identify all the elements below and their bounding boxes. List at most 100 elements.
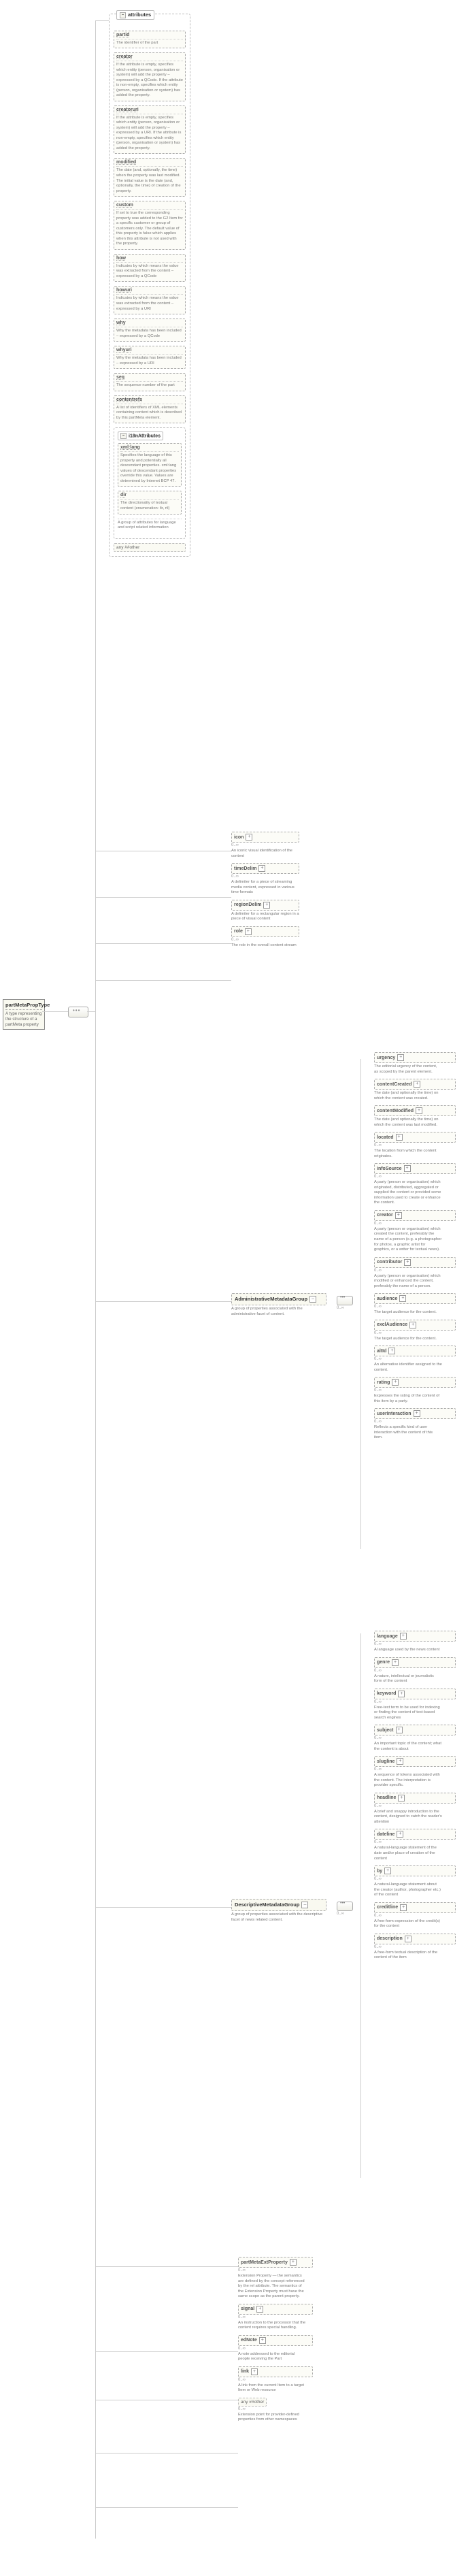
expand-icon[interactable]: + xyxy=(388,1348,395,1354)
expand-icon[interactable]: + xyxy=(256,2306,263,2313)
basic-props-column: icon+0..∞An iconic visual identification… xyxy=(231,828,299,952)
expand-icon[interactable]: – xyxy=(309,1296,316,1303)
element-desc: A party (person or organisation) which m… xyxy=(374,1274,442,1290)
element-item: timeDelim+0..∞A delimiter for a piece of… xyxy=(231,863,299,896)
expand-icon[interactable]: + xyxy=(251,2368,258,2375)
root-type-box: partMetaPropType A type representing the… xyxy=(3,999,45,1030)
expand-icon[interactable]: + xyxy=(246,834,252,841)
occurrence-label: 0..∞ xyxy=(374,1877,456,1881)
element-name: contributor xyxy=(377,1260,402,1265)
any-element-desc: Extension point for provider-defined pro… xyxy=(238,2413,313,2422)
attribute-name: creator xyxy=(116,54,183,59)
element-name: language xyxy=(377,1634,398,1639)
element-desc: The date (and optionally the time) on wh… xyxy=(374,1091,442,1101)
connector-line xyxy=(42,1011,68,1012)
expand-icon[interactable]: + xyxy=(392,1659,399,1666)
element-item: contentCreated+The date (and optionally … xyxy=(374,1079,456,1101)
collapse-icon[interactable]: – xyxy=(120,433,127,439)
occurrence-label: 0..∞ xyxy=(374,1269,456,1273)
element-item: creditline+0..∞A free-form expression of… xyxy=(374,1902,456,1929)
element-box: timeDelim+ xyxy=(231,863,299,874)
expand-icon[interactable]: + xyxy=(399,1295,406,1302)
attributes-title: attributes xyxy=(128,12,151,18)
element-desc: The target audience for the content. xyxy=(374,1337,442,1342)
element-box: subject+ xyxy=(374,1725,456,1735)
expand-icon[interactable]: + xyxy=(290,2259,297,2266)
attribute-desc: If the attribute is empty, specifies whi… xyxy=(116,61,183,99)
expand-icon[interactable]: + xyxy=(404,1259,411,1266)
expand-icon[interactable]: + xyxy=(416,1107,422,1114)
expand-icon[interactable]: + xyxy=(263,902,270,909)
expand-icon[interactable]: + xyxy=(245,928,252,935)
element-box: contentModified+ xyxy=(374,1105,456,1116)
element-item: signal+0..∞An instruction to the process… xyxy=(238,2304,313,2331)
connector-line xyxy=(95,1301,231,1302)
element-item: creator+0..∞A party (person or organisat… xyxy=(374,1210,456,1253)
element-box: creator+ xyxy=(374,1210,456,1221)
attribute-name: how xyxy=(116,256,183,261)
occurrence-label: 0..∞ xyxy=(374,1222,456,1226)
element-box: regionDelim+ xyxy=(231,900,299,911)
attribute-name: why xyxy=(116,321,183,325)
collapse-icon[interactable]: – xyxy=(120,12,126,18)
expand-icon[interactable]: + xyxy=(397,1054,404,1061)
expand-icon[interactable]: + xyxy=(397,1758,403,1765)
expand-icon[interactable]: + xyxy=(414,1410,420,1417)
attribute-desc: If set to true the corresponding propert… xyxy=(116,209,183,247)
expand-icon[interactable]: + xyxy=(400,1904,407,1911)
element-item: located+0..∞The location from which the … xyxy=(374,1132,456,1159)
expand-icon[interactable]: + xyxy=(258,865,265,872)
element-item: slugline+0..∞A sequence of tokens associ… xyxy=(374,1756,456,1789)
element-box: exclAudience+ xyxy=(374,1320,456,1331)
element-name: creator xyxy=(377,1213,393,1218)
expand-icon[interactable]: + xyxy=(396,1134,403,1141)
i18n-note: A group of attributes for language and s… xyxy=(118,519,182,531)
occurrence-label: 0..∞ xyxy=(337,1912,344,1916)
expand-icon[interactable]: – xyxy=(301,1902,308,1908)
expand-icon[interactable]: + xyxy=(398,1795,405,1801)
element-item: edNote+0..∞A note addressed to the edito… xyxy=(238,2335,313,2362)
element-name: urgency xyxy=(377,1056,395,1060)
expand-icon[interactable]: + xyxy=(392,1379,399,1386)
expand-icon[interactable]: + xyxy=(404,1165,411,1172)
admin-group-wrap: AdministrativeMetadataGroup– A group of … xyxy=(231,1293,326,1317)
element-name: dateline xyxy=(377,1832,395,1837)
element-item: partMetaExtProperty+0..∞Extension Proper… xyxy=(238,2257,313,2300)
element-name: contentModified xyxy=(377,1109,414,1113)
attribute-desc: Why the metadata has been included – exp… xyxy=(116,327,183,339)
attribute-item: creator If the attribute is empty, specif… xyxy=(114,52,186,101)
element-box: located+ xyxy=(374,1132,456,1143)
i18n-title: i18nAttributes xyxy=(129,434,161,439)
element-box: link+ xyxy=(238,2366,313,2377)
main-vline xyxy=(95,20,96,2539)
element-box: by+ xyxy=(374,1865,456,1876)
expand-icon[interactable]: + xyxy=(395,1212,402,1219)
element-item: rating+0..∞Expresses the rating of the c… xyxy=(374,1377,456,1404)
element-name: exclAudience xyxy=(377,1322,407,1327)
expand-icon[interactable]: + xyxy=(398,1691,405,1697)
attributes-header: –attributes xyxy=(116,10,154,20)
connector-line xyxy=(95,943,231,944)
attribute-desc: If the attribute is empty, specifies whi… xyxy=(116,114,183,152)
attribute-desc: The sequence number of the part xyxy=(116,381,183,389)
element-desc: A party (person or organisation) which o… xyxy=(374,1180,442,1206)
element-desc: The target audience for the content. xyxy=(374,1310,442,1316)
occurrence-label: 0..∞ xyxy=(374,1420,456,1424)
connector-line xyxy=(95,2351,238,2352)
expand-icon[interactable]: + xyxy=(405,1936,412,1942)
occurrence-label: 0..∞ xyxy=(374,1175,456,1179)
expand-icon[interactable]: + xyxy=(397,1831,403,1838)
element-item: infoSource+0..∞A party (person or organi… xyxy=(374,1163,456,1206)
element-desc: The editorial urgency of the content, as… xyxy=(374,1064,442,1075)
expand-icon[interactable]: + xyxy=(259,2337,266,2344)
connector-line xyxy=(87,1011,95,1012)
expand-icon[interactable]: + xyxy=(400,1633,407,1640)
expand-icon[interactable]: + xyxy=(384,1868,391,1874)
element-box: infoSource+ xyxy=(374,1163,456,1174)
element-box: audience+ xyxy=(374,1293,456,1304)
expand-icon[interactable]: + xyxy=(396,1727,403,1733)
occurrence-label: 0..∞ xyxy=(337,1306,344,1310)
expand-icon[interactable]: + xyxy=(409,1322,416,1328)
expand-icon[interactable]: + xyxy=(414,1081,420,1088)
element-desc: A language used by the news content xyxy=(374,1648,442,1653)
